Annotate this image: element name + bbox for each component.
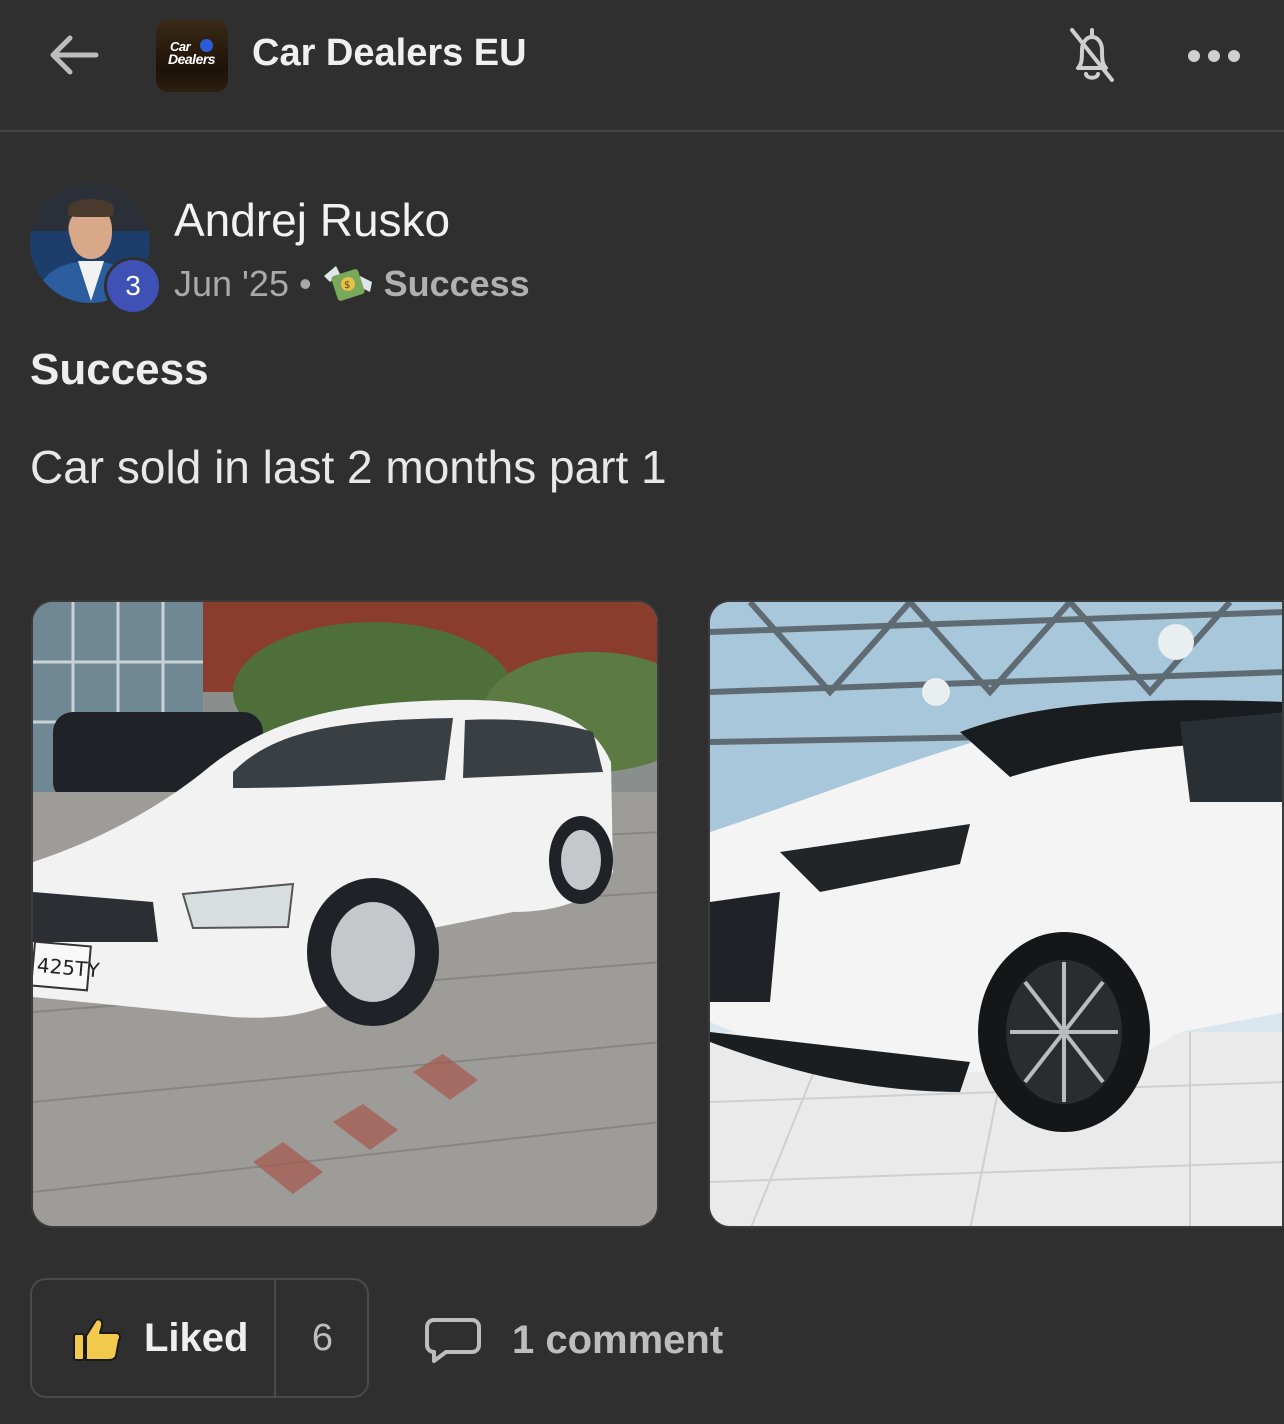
car-photo-1[interactable]: 425TY bbox=[31, 600, 659, 1228]
top-bar: Car Dealers Car Dealers EU bbox=[0, 0, 1284, 132]
post-date: Jun '25 bbox=[174, 263, 289, 304]
post-category[interactable]: Success bbox=[384, 263, 530, 305]
notifications-button[interactable] bbox=[1064, 24, 1120, 88]
like-label: Liked bbox=[144, 1316, 249, 1360]
like-button[interactable]: Liked bbox=[32, 1280, 274, 1396]
like-control: Liked 6 bbox=[30, 1278, 369, 1398]
comment-bubble-icon bbox=[425, 1318, 481, 1363]
post-body: Car sold in last 2 months part 1 bbox=[30, 441, 667, 493]
back-button[interactable] bbox=[44, 30, 104, 80]
bell-off-icon bbox=[1070, 28, 1114, 82]
post-meta: Jun '25 • $ Success bbox=[174, 263, 530, 305]
white-suv-showroom-photo bbox=[710, 602, 1282, 1226]
car-photo-2[interactable] bbox=[708, 600, 1284, 1228]
svg-text:$: $ bbox=[344, 280, 350, 291]
more-options-icon bbox=[1188, 50, 1200, 62]
group-name[interactable]: Car Dealers EU bbox=[252, 32, 527, 75]
post-title: Success bbox=[30, 345, 209, 394]
author-name[interactable]: Andrej Rusko bbox=[174, 193, 450, 247]
more-options-button[interactable] bbox=[1184, 42, 1244, 72]
thumbs-up-icon bbox=[73, 1318, 121, 1361]
money-with-wings-icon: $ bbox=[323, 266, 372, 301]
back-arrow-icon bbox=[50, 35, 99, 75]
comments-label: 1 comment bbox=[512, 1317, 724, 1362]
comments-button[interactable]: 1 comment bbox=[424, 1310, 723, 1370]
group-logo[interactable]: Car Dealers bbox=[156, 20, 228, 92]
level-badge: 3 bbox=[104, 257, 162, 315]
white-station-wagon-photo: 425TY bbox=[33, 602, 657, 1226]
like-count[interactable]: 6 bbox=[276, 1280, 369, 1396]
